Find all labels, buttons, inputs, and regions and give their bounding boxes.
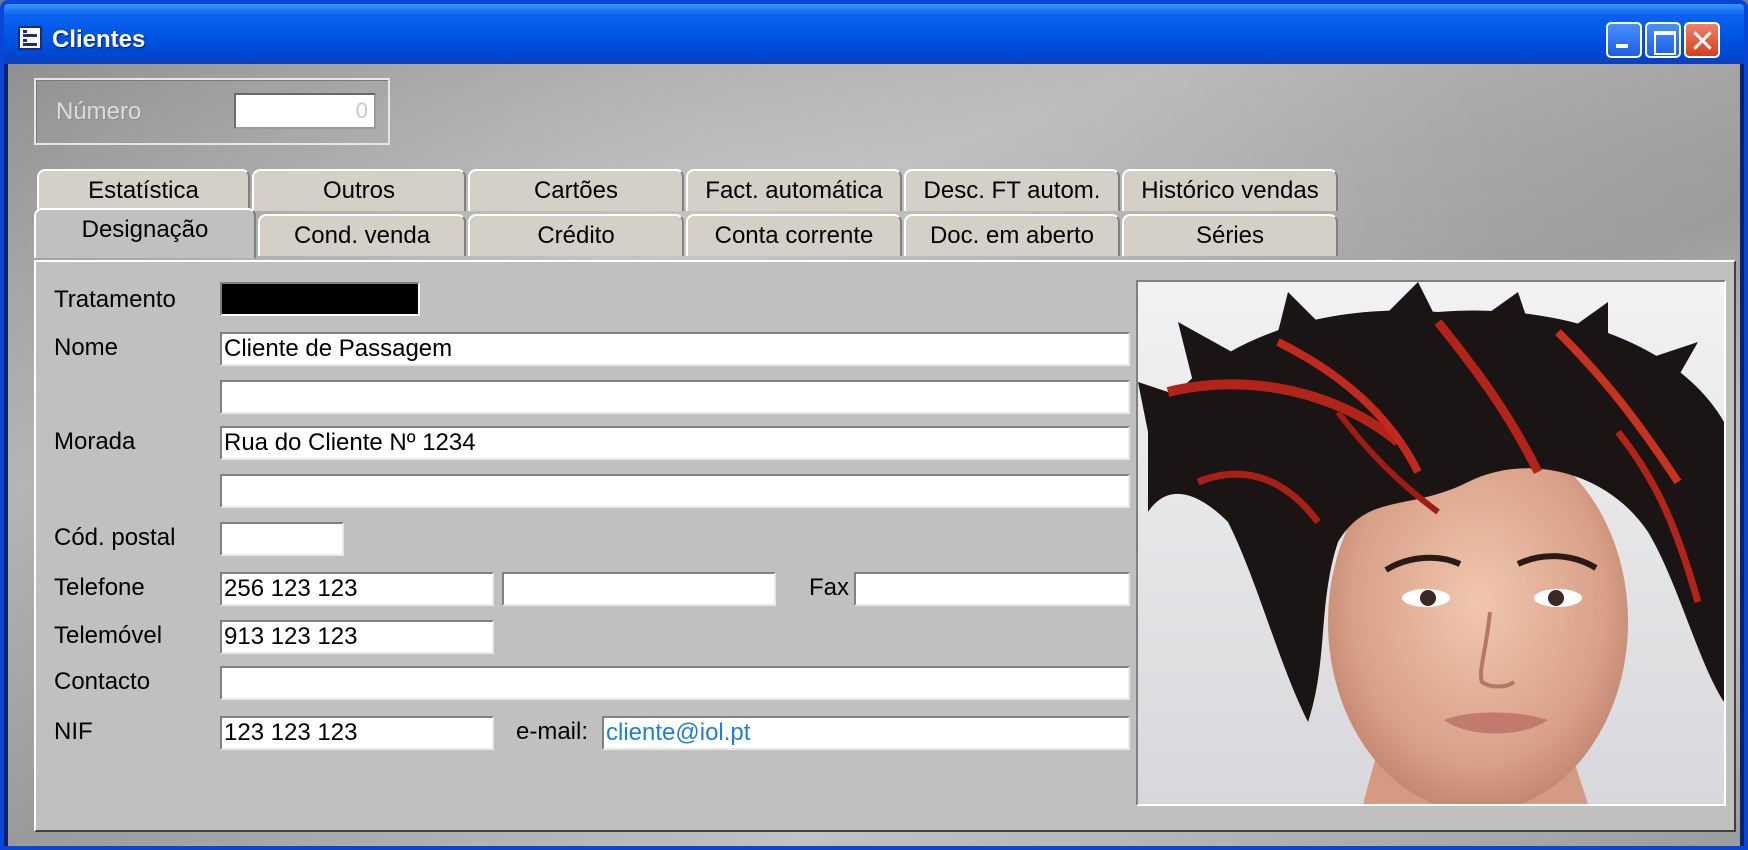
tratamento-label: Tratamento [54, 286, 176, 313]
nif-field[interactable]: 123 123 123 [220, 716, 494, 750]
telefone-label: Telefone [54, 574, 145, 601]
tab-historico-vendas[interactable]: Histórico vendas [1122, 169, 1338, 211]
telemovel-label: Telemóvel [54, 622, 163, 649]
numero-group: Número 0 [34, 78, 390, 145]
tab-conta-corrente[interactable]: Conta corrente [686, 214, 902, 256]
nome-2-field[interactable] [220, 380, 1130, 414]
tratamento-field[interactable] [220, 282, 420, 316]
cod-postal-label: Cód. postal [54, 524, 176, 551]
morada-field[interactable]: Rua do Cliente Nº 1234 [220, 426, 1130, 460]
telefone-field[interactable]: 256 123 123 [220, 572, 494, 606]
title-bar[interactable]: Clientes [4, 4, 1744, 64]
tab-cond-venda[interactable]: Cond. venda [258, 214, 466, 256]
tab-cartoes[interactable]: Cartões [468, 169, 684, 211]
portrait-image [1138, 282, 1724, 804]
fax-field[interactable] [854, 572, 1130, 606]
telefone-2-field[interactable] [502, 572, 776, 606]
tab-series[interactable]: Séries [1122, 214, 1338, 256]
numero-label: Número [56, 98, 142, 125]
email-label: e-mail: [516, 718, 589, 745]
contacto-field[interactable] [220, 666, 1130, 700]
tab-outros[interactable]: Outros [252, 169, 466, 211]
nif-label: NIF [54, 718, 93, 745]
morada-2-field[interactable] [220, 474, 1130, 508]
tab-estatistica[interactable]: Estatística [37, 169, 250, 211]
numero-field: 0 [234, 93, 376, 129]
maximize-button[interactable] [1645, 22, 1681, 58]
nome-label: Nome [54, 334, 119, 361]
close-button[interactable] [1684, 22, 1720, 58]
clientes-window: Clientes Número 0 Estatística Outros Car… [0, 0, 1748, 850]
telemovel-field[interactable]: 913 123 123 [220, 620, 494, 654]
cod-postal-field[interactable] [220, 522, 344, 556]
client-area: Número 0 Estatística Outros Cartões Fact… [8, 64, 1740, 846]
tab-desc-ft-autom[interactable]: Desc. FT autom. [904, 169, 1120, 211]
tab-designacao[interactable]: Designação [34, 208, 256, 258]
designacao-panel: Tratamento Nome Cliente de Passagem Mora… [34, 260, 1736, 832]
tab-fact-automatica[interactable]: Fact. automática [686, 169, 902, 211]
fax-label: Fax [809, 574, 850, 601]
tab-doc-em-aberto[interactable]: Doc. em aberto [904, 214, 1120, 256]
email-field[interactable]: cliente@iol.pt [602, 716, 1130, 750]
morada-label: Morada [54, 428, 136, 455]
nome-field[interactable]: Cliente de Passagem [220, 332, 1130, 366]
minimize-button[interactable] [1606, 22, 1642, 58]
window-title: Clientes [52, 26, 146, 53]
client-photo-icon[interactable] [1136, 280, 1726, 806]
contacto-label: Contacto [54, 668, 151, 695]
tab-credito[interactable]: Crédito [468, 214, 684, 256]
app-list-icon[interactable] [18, 26, 42, 50]
